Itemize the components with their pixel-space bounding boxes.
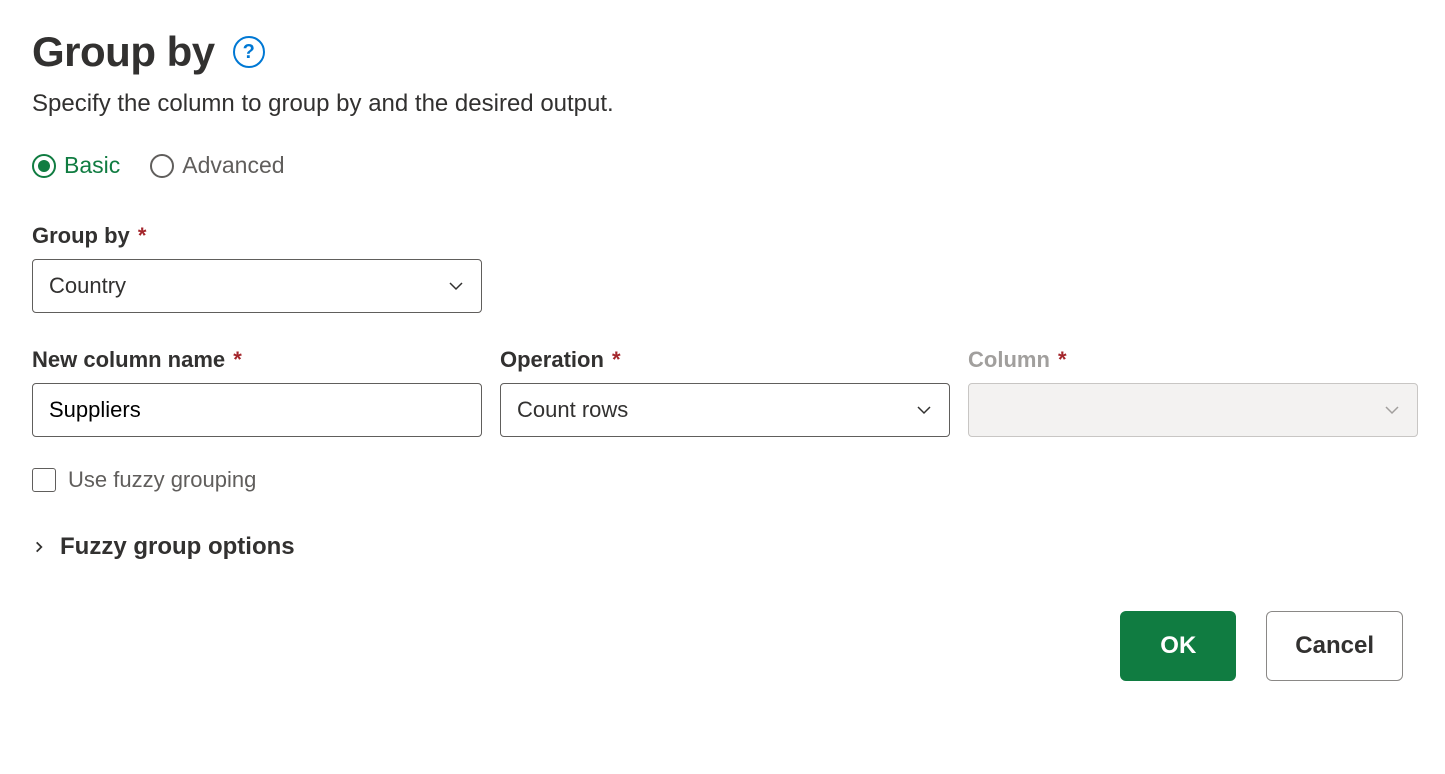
help-icon-glyph: ? [243, 41, 255, 64]
radio-icon [32, 154, 56, 178]
required-asterisk: * [138, 223, 147, 248]
checkbox-icon [32, 468, 56, 492]
chevron-down-icon [447, 277, 465, 295]
chevron-down-icon [915, 401, 933, 419]
column-select [968, 383, 1418, 437]
help-icon[interactable]: ? [233, 36, 265, 68]
cancel-button[interactable]: Cancel [1266, 611, 1403, 681]
mode-radio-advanced-label: Advanced [182, 152, 284, 179]
operation-label: Operation * [500, 347, 950, 373]
groupby-label: Group by * [32, 223, 1413, 249]
required-asterisk: * [612, 347, 621, 372]
groupby-select[interactable]: Country [32, 259, 482, 313]
required-asterisk: * [1058, 347, 1067, 372]
newcol-label-text: New column name [32, 347, 225, 372]
ok-button[interactable]: OK [1120, 611, 1236, 681]
required-asterisk: * [233, 347, 242, 372]
column-label-text: Column [968, 347, 1050, 372]
radio-dot-icon [38, 160, 50, 172]
newcol-input[interactable] [32, 383, 482, 437]
newcol-label: New column name * [32, 347, 482, 373]
fuzzy-options-title: Fuzzy group options [60, 533, 295, 561]
radio-icon [150, 154, 174, 178]
chevron-down-icon [1383, 401, 1401, 419]
groupby-select-value: Country [49, 273, 126, 299]
chevron-right-icon [32, 537, 46, 557]
operation-select[interactable]: Count rows [500, 383, 950, 437]
dialog-footer: OK Cancel [32, 611, 1413, 681]
dialog-subtitle: Specify the column to group by and the d… [32, 90, 1413, 118]
mode-radio-group: Basic Advanced [32, 152, 1413, 179]
operation-select-value: Count rows [517, 397, 628, 423]
dialog-title: Group by [32, 28, 215, 76]
column-label: Column * [968, 347, 1418, 373]
fuzzy-checkbox-label: Use fuzzy grouping [68, 467, 256, 493]
fuzzy-checkbox[interactable]: Use fuzzy grouping [32, 467, 1413, 493]
mode-radio-basic[interactable]: Basic [32, 152, 120, 179]
mode-radio-basic-label: Basic [64, 152, 120, 179]
groupby-label-text: Group by [32, 223, 130, 248]
mode-radio-advanced[interactable]: Advanced [150, 152, 284, 179]
operation-label-text: Operation [500, 347, 604, 372]
fuzzy-options-toggle[interactable]: Fuzzy group options [32, 533, 1413, 561]
